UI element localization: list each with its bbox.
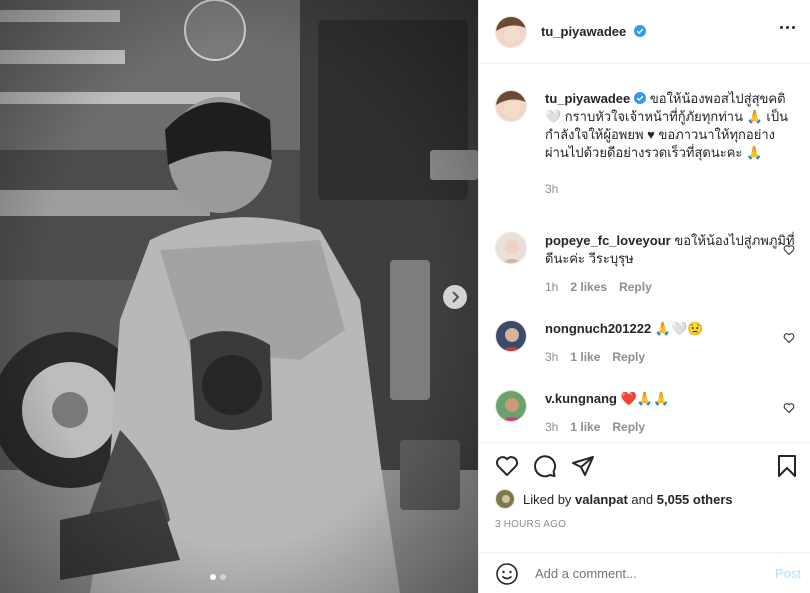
firefighter-photo (0, 0, 478, 593)
more-options-button[interactable] (780, 26, 795, 29)
comment-text: 🙏🤍😟 (654, 321, 704, 336)
comment-time: 3h (545, 420, 559, 434)
action-icons (495, 454, 595, 478)
reply-button[interactable]: Reply (612, 418, 645, 436)
comment-likes[interactable]: 2 likes (570, 278, 607, 296)
caption-row: tu_piyawadee ขอให้น้องพอสไปสู่สุขคติ 🤍 ก… (495, 90, 795, 198)
comment-likes[interactable]: 1 like (570, 348, 600, 366)
post-panel: tu_piyawadee tu_piyawadee ขอให้น้องพอสไป… (478, 0, 810, 593)
post-comment-button[interactable]: Post (775, 566, 801, 581)
commenter-avatar[interactable] (495, 390, 527, 422)
author-username[interactable]: tu_piyawadee (541, 24, 646, 39)
save-button[interactable] (775, 454, 799, 478)
comment-row: popeye_fc_loveyour ขอให้น้องไปสู่ภพภูมิท… (495, 232, 795, 296)
liked-by-prefix: Liked by (523, 491, 572, 507)
comment-row: v.kungnang ❤️🙏🙏 3h 1 like Reply (495, 390, 795, 436)
caption-time: 3h (545, 182, 559, 196)
more-icon (780, 26, 783, 29)
liker-avatar[interactable] (495, 489, 515, 509)
emoji-icon[interactable] (495, 562, 519, 586)
comment-row: nongnuch201222 🙏🤍😟 3h 1 like Reply (495, 320, 795, 366)
commenter-username[interactable]: popeye_fc_loveyour (545, 233, 671, 248)
share-icon[interactable] (571, 454, 595, 478)
comment-time: 3h (545, 350, 559, 364)
like-comment-heart-icon[interactable] (783, 332, 795, 344)
author-avatar[interactable] (495, 90, 527, 122)
add-comment-bar: Post (479, 552, 810, 593)
post-timestamp[interactable]: 3 HOURS AGO (495, 519, 566, 530)
reply-button[interactable]: Reply (619, 278, 652, 296)
next-photo-button[interactable] (443, 285, 467, 309)
like-comment-heart-icon[interactable] (783, 244, 795, 256)
author-avatar[interactable] (495, 15, 527, 48)
reply-button[interactable]: Reply (612, 348, 645, 366)
liker-username[interactable]: valanpat (575, 492, 628, 507)
heart-icon[interactable] (495, 454, 519, 478)
comment-time: 1h (545, 280, 559, 294)
commenter-avatar[interactable] (495, 232, 527, 264)
comment-icon[interactable] (533, 454, 557, 478)
likes-count[interactable]: 5,055 others (657, 492, 733, 507)
post-header: tu_piyawadee (479, 0, 810, 64)
comment-likes[interactable]: 1 like (570, 418, 600, 436)
commenter-username[interactable]: nongnuch201222 (545, 321, 651, 336)
post-photo[interactable] (0, 0, 478, 593)
liked-by: Liked by valanpat and 5,055 others (495, 489, 733, 509)
chevron-right-icon (452, 291, 460, 303)
bookmark-icon (778, 455, 796, 477)
caption-username[interactable]: tu_piyawadee (545, 91, 647, 106)
verified-badge-icon (634, 92, 647, 104)
carousel-dot (220, 574, 226, 580)
carousel-dots (210, 574, 226, 580)
carousel-dot-active (210, 574, 216, 580)
commenter-avatar[interactable] (495, 320, 527, 352)
verified-badge-icon (633, 25, 646, 37)
actions-section: Liked by valanpat and 5,055 others 3 HOU… (479, 442, 810, 593)
comment-input[interactable] (535, 566, 755, 581)
commenter-username[interactable]: v.kungnang (545, 391, 617, 406)
liked-by-conj: and (631, 491, 654, 507)
like-comment-heart-icon[interactable] (783, 402, 795, 414)
comment-text: ❤️🙏🙏 (620, 391, 670, 406)
comments-list: tu_piyawadee ขอให้น้องพอสไปสู่สุขคติ 🤍 ก… (479, 64, 810, 442)
